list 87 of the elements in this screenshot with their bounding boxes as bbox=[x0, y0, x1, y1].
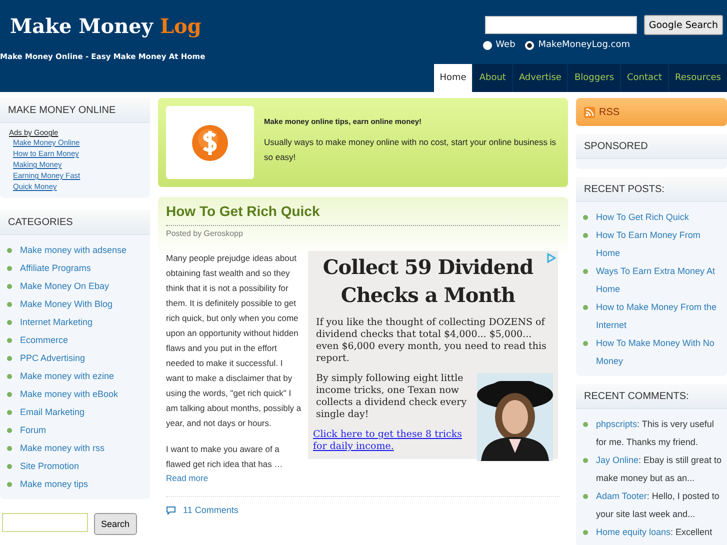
nav-tab[interactable]: About bbox=[472, 64, 512, 92]
post-title[interactable]: How To Get Rich Quick bbox=[166, 203, 560, 226]
bullet-icon bbox=[7, 482, 12, 487]
bullet-icon bbox=[583, 215, 588, 220]
bullet-icon bbox=[583, 269, 588, 274]
radio-button[interactable] bbox=[525, 40, 534, 50]
post-link[interactable]: How To Get Rich Quick bbox=[596, 208, 689, 226]
category-link[interactable]: Make money tips bbox=[20, 475, 88, 493]
post-paragraph: Many people prejudge ideas about obtaining fast wealth and so they think that it is not a possibility for them. It is definitely possible to get rich quick, but only when you come upon an opportunity without hidden flaws and you put in the effort needed to make it successful. I want to make a disclaimer that by using the words, "get rich quick" I am talking about months, possibly a year, and not days or hours. bbox=[166, 252, 302, 430]
rss-icon bbox=[584, 106, 595, 118]
bullet-icon bbox=[7, 338, 12, 343]
post-link[interactable]: How to Make Money From the Internet bbox=[596, 298, 723, 334]
bullet-icon bbox=[7, 356, 12, 361]
nav-tab[interactable]: Bloggers bbox=[567, 64, 620, 92]
bullet-icon bbox=[583, 530, 588, 535]
category-link[interactable]: Site Promotion bbox=[20, 457, 80, 475]
nav-tab[interactable]: Resources bbox=[668, 64, 727, 92]
ad-text: If you like the thought of collecting DOZENS of dividend checks that total $4,000... $5,000... even $6,000 every month, you need to read this report. bbox=[316, 317, 548, 365]
comment-text: Home equity loans: Excellent bbox=[596, 526, 712, 539]
radio-label: Web bbox=[496, 40, 516, 50]
radio-label: MakeMoneyLog.com bbox=[538, 40, 630, 50]
post-paragraph: I want to make you aware of a flawed get rich idea that has … bbox=[166, 443, 284, 471]
category-link[interactable]: Make money with eBook bbox=[20, 385, 118, 403]
category-link[interactable]: PPC Advertising bbox=[20, 349, 86, 367]
bullet-icon bbox=[583, 305, 588, 310]
radio-button[interactable] bbox=[482, 40, 492, 50]
panel-title: MAKE MONEY ONLINE bbox=[0, 98, 150, 123]
panel-title: SPONSORED bbox=[576, 134, 727, 159]
ad-text: By simply following eight little income tricks, one Texan now collects a dividend check every single day! bbox=[316, 373, 468, 421]
comment-text: Jay Online: Ebay is still great to make money but as an... bbox=[596, 454, 723, 485]
rss-bar[interactable]: RSS bbox=[576, 98, 727, 126]
comment-text: phpscripts: This is very useful for me. Thanks my friend. bbox=[596, 418, 715, 449]
post-link[interactable]: Ways To Earn Extra Money At Home bbox=[596, 262, 723, 298]
post-link[interactable]: How To Make Money With No Money bbox=[596, 334, 723, 370]
bullet-icon bbox=[7, 284, 12, 289]
bullet-icon bbox=[7, 302, 12, 307]
bullet-icon bbox=[7, 464, 12, 469]
category-link[interactable]: Affiliate Programs bbox=[20, 259, 91, 277]
category-link[interactable]: Forum bbox=[20, 421, 46, 439]
category-link[interactable]: Make money with adsense bbox=[20, 241, 127, 259]
comment-text: Adam Tooter: Hello, I posted to your site last week and... bbox=[596, 490, 720, 521]
bullet-icon bbox=[7, 446, 12, 451]
category-link[interactable]: Email Marketing bbox=[20, 403, 85, 421]
bullet-icon bbox=[7, 392, 12, 397]
panel-title: CATEGORIES bbox=[0, 210, 150, 235]
panel-title: RECENT POSTS: bbox=[576, 177, 727, 202]
read-more-link[interactable]: Read more bbox=[166, 471, 302, 486]
comment-author-link[interactable]: Home equity loans bbox=[596, 527, 671, 537]
nav-tab[interactable]: Advertise bbox=[512, 64, 568, 92]
comment-author-link[interactable]: Adam Tooter bbox=[596, 491, 647, 501]
panel-title: RECENT COMMENTS: bbox=[576, 384, 727, 409]
comments-link[interactable]: 11 Comments bbox=[183, 505, 238, 515]
bullet-icon bbox=[7, 266, 12, 271]
comment-author-link[interactable]: phpscripts bbox=[596, 419, 638, 429]
comment-author-link[interactable]: Jay Online bbox=[596, 455, 639, 465]
search-button[interactable]: Search bbox=[94, 513, 137, 535]
bullet-icon bbox=[7, 320, 12, 325]
rss-label: RSS bbox=[599, 106, 620, 118]
category-link[interactable]: Make Money With Blog bbox=[20, 295, 113, 313]
site-logo[interactable]: Make Money Log bbox=[0, 14, 206, 38]
nav-tab[interactable]: Contact bbox=[620, 64, 668, 92]
bullet-icon bbox=[583, 458, 588, 463]
google-search-button[interactable]: Google Search bbox=[644, 15, 723, 35]
post-link[interactable]: How To Earn Money From Home bbox=[596, 226, 723, 262]
search-field[interactable] bbox=[484, 16, 637, 34]
category-link[interactable]: Ecommerce bbox=[20, 331, 68, 349]
search-field[interactable] bbox=[2, 513, 88, 532]
bullet-icon bbox=[7, 374, 12, 379]
ad-headline: Collect 59 Dividend Checks a Month bbox=[322, 254, 534, 309]
category-link[interactable]: Internet Marketing bbox=[20, 313, 93, 331]
banner-text: Usually ways to make money online with no cost, start your online business is so easy! bbox=[264, 136, 557, 164]
bullet-icon bbox=[583, 494, 588, 499]
bullet-icon bbox=[583, 233, 588, 238]
category-link[interactable]: Make Money On Ebay bbox=[20, 277, 110, 295]
dollar-coin-icon bbox=[190, 122, 230, 162]
post-byline: Posted by Geroskopp bbox=[166, 229, 244, 238]
bullet-icon bbox=[583, 341, 588, 346]
bullet-icon bbox=[583, 422, 588, 427]
bullet-icon bbox=[7, 410, 12, 415]
category-link[interactable]: Make money with ezine bbox=[20, 367, 114, 385]
comment-icon bbox=[166, 506, 176, 514]
ad-link[interactable]: Click here to get these 8 tricks for daily income. bbox=[313, 429, 471, 453]
nav-tab[interactable]: Home bbox=[432, 64, 472, 92]
bullet-icon bbox=[7, 428, 12, 433]
ad-choices-icon[interactable] bbox=[546, 253, 556, 263]
bullet-icon bbox=[7, 248, 12, 253]
category-link[interactable]: Make money with rss bbox=[20, 439, 105, 457]
